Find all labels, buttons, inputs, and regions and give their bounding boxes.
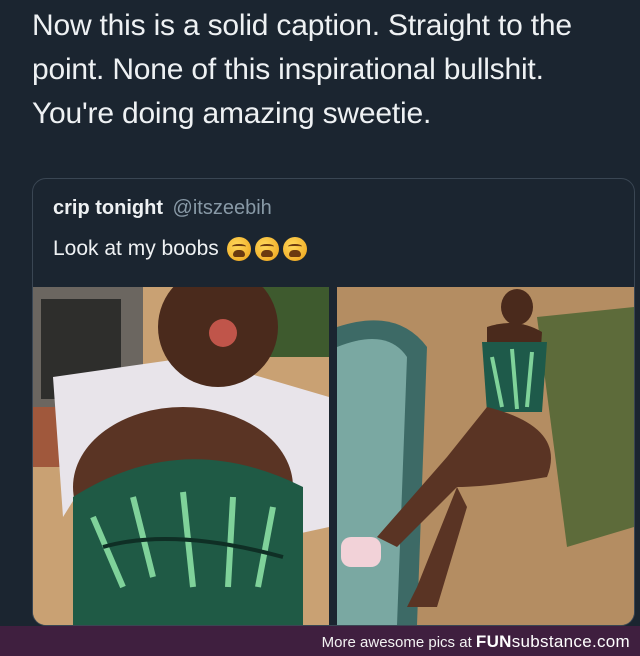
quoted-tweet-header: crip tonight @itszeebih: [53, 197, 272, 220]
tweet-line: Now this is a solid caption. Straight to…: [32, 9, 572, 42]
quoted-tweet-card[interactable]: crip tonight @itszeebih Look at my boobs: [32, 178, 635, 626]
tweet-line: You're doing amazing sweetie.: [32, 97, 432, 130]
quoted-handle[interactable]: @itszeebih: [173, 197, 272, 219]
footer-prefix: More awesome pics at: [321, 634, 476, 651]
footer-brand-rest: substance: [511, 632, 592, 651]
footer-brand-fun: FUN: [475, 632, 512, 651]
watermark-footer: More awesome pics at FUNsubstance.com: [0, 626, 640, 656]
tweet-text: Now this is a solid caption. Straight to…: [32, 4, 632, 136]
tweet-line: point. None of this inspirational bullsh…: [32, 53, 544, 86]
weary-face-icon: [226, 237, 251, 261]
quoted-display-name[interactable]: crip tonight: [53, 197, 163, 219]
photo-right-image: [337, 287, 634, 625]
footer-brand-tld: .com: [591, 632, 630, 651]
photo-left-image: [33, 287, 329, 625]
quoted-photo-left[interactable]: [33, 287, 329, 625]
quoted-text-body: Look at my boobs: [53, 237, 219, 260]
weary-face-icon: [282, 237, 307, 261]
footer-text: More awesome pics at FUNsubstance.com: [322, 632, 630, 652]
footer-brand[interactable]: FUNsubstance.com: [476, 632, 630, 651]
quoted-tweet-text: Look at my boobs: [53, 237, 307, 261]
weary-face-icon: [254, 237, 279, 261]
quoted-photo-right[interactable]: [337, 287, 634, 625]
